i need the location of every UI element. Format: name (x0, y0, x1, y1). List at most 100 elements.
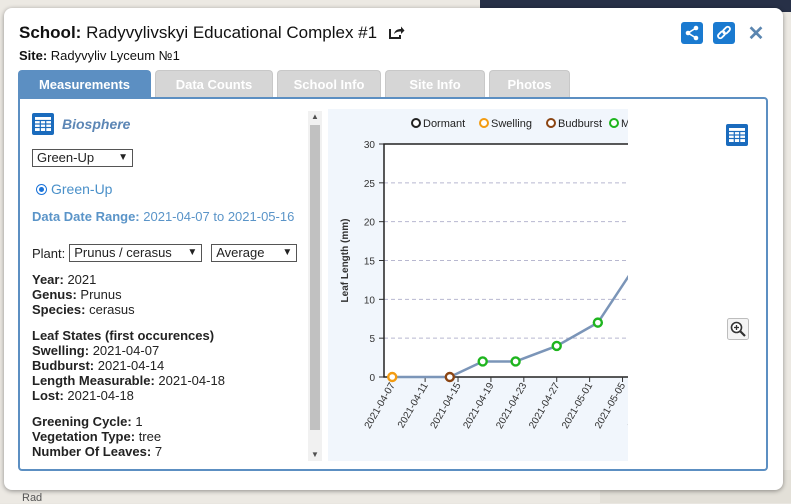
site-label: Site: (19, 48, 48, 63)
zoom-button[interactable] (727, 318, 749, 340)
map-place-label: Rad (22, 492, 43, 504)
date-range-value: 2021-04-07 to 2021-05-16 (143, 209, 295, 224)
green-up-radio[interactable] (36, 183, 47, 195)
close-button[interactable]: ✕ (745, 22, 767, 45)
x-tick-label: 2021-05-01 (560, 381, 595, 431)
x-tick-label: 2021-04-11 (396, 381, 431, 431)
vegetation-value: tree (138, 429, 162, 444)
leaf-states: Leaf States (first occurences) Swelling:… (32, 328, 310, 403)
year-row: Year: 2021 (32, 272, 310, 287)
external-link-icon[interactable] (388, 25, 405, 45)
tab-measurements[interactable]: Measurements (18, 70, 151, 98)
site-name: Radyvyliv Lyceum №1 (50, 48, 180, 63)
year-label: Year: (32, 272, 64, 287)
y-tick-label: 0 (369, 373, 375, 384)
data-point (592, 317, 604, 328)
plant-select[interactable]: Prunus / cerasus ▼ (69, 244, 203, 262)
lost-row: Lost: 2021-04-18 (32, 388, 310, 403)
green-up-radio-row[interactable]: Green-Up (36, 181, 310, 197)
site-popup: School: Radyvylivskyi Educational Comple… (4, 8, 783, 490)
close-icon: ✕ (747, 22, 765, 45)
lost-value: 2021-04-18 (67, 388, 134, 403)
tab-site-info[interactable]: Site Info (385, 70, 485, 98)
cycle-value: 1 (135, 414, 143, 429)
y-tick-label: 10 (364, 295, 376, 306)
leaf-length-chart: 0510152025302021-04-072021-04-112021-04-… (340, 118, 714, 431)
protocol-title: Biosphere (62, 116, 131, 132)
x-tick-label: 2021-04-15 (429, 381, 464, 431)
measurable-row: Length Measurable: 2021-04-18 (32, 373, 310, 388)
legend-label: Swelling (491, 118, 532, 130)
swelling-label: Swelling: (32, 343, 90, 358)
statistic-select-value: Average (216, 245, 265, 260)
measurements-panel: Biosphere Green-Up ▼ Green-Up Data Date … (18, 97, 768, 471)
info-pane[interactable]: Biosphere Green-Up ▼ Green-Up Data Date … (32, 111, 310, 461)
legend-marker (609, 118, 619, 128)
measurable-label: Length Measurable: (32, 373, 155, 388)
species-label: Species: (32, 302, 86, 317)
protocol-select[interactable]: Green-Up ▼ (32, 149, 133, 167)
legend-label: Dormant (423, 118, 465, 130)
budburst-row: Budburst: 2021-04-14 (32, 358, 310, 373)
budburst-label: Budburst: (32, 358, 95, 373)
link-icon (717, 25, 731, 40)
y-axis-label: Leaf Length (mm) (340, 219, 351, 303)
tab-school-info[interactable]: School Info (277, 70, 381, 98)
chevron-down-icon: ▼ (282, 247, 293, 258)
view-table-button[interactable] (726, 124, 748, 146)
table-icon[interactable] (32, 113, 54, 135)
share-icon (685, 25, 699, 41)
plant-label: Plant: (32, 245, 66, 261)
chevron-down-icon: ▼ (118, 152, 128, 163)
cycle-details: Greening Cycle: 1 Vegetation Type: tree … (32, 414, 310, 459)
x-tick-label: 2021-04-23 (494, 381, 529, 431)
data-point (444, 371, 456, 383)
x-tick-label: 2021-05-05 (593, 381, 628, 431)
protocol-select-row: Green-Up ▼ (32, 149, 310, 167)
x-tick-label: 2021-04-07 (363, 381, 398, 431)
leaf-states-title: Leaf States (first occurences) (32, 328, 215, 343)
scroll-thumb[interactable] (310, 125, 320, 430)
x-tick-label: 2021-04-19 (461, 381, 496, 431)
swelling-value: 2021-04-07 (92, 343, 160, 358)
data-point (510, 356, 521, 367)
y-tick-label: 25 (364, 179, 376, 190)
budburst-value: 2021-04-14 (97, 358, 165, 373)
genus-value: Prunus (80, 287, 122, 302)
vegetation-row: Vegetation Type: tree (32, 429, 310, 444)
school-name: Radyvylivskyi Educational Complex #1 (86, 23, 378, 42)
protocol-header: Biosphere (32, 113, 310, 135)
y-tick-label: 20 (364, 218, 376, 229)
species-value: cerasus (89, 302, 135, 317)
share-button[interactable] (681, 22, 703, 44)
scroll-down-icon[interactable]: ▼ (308, 449, 322, 461)
tab-data-counts[interactable]: Data Counts (155, 70, 273, 98)
scroll-up-icon[interactable]: ▲ (308, 111, 322, 123)
x-tick-label: 2021-04-27 (527, 381, 562, 431)
link-button[interactable] (713, 22, 735, 44)
cycle-label: Greening Cycle: (32, 414, 132, 429)
school-title: School: Radyvylivskyi Educational Comple… (19, 23, 405, 45)
site-line: Site: Radyvyliv Lyceum №1 (19, 48, 180, 63)
leaves-row: Number Of Leaves: 7 (32, 444, 310, 459)
legend-marker (546, 118, 556, 128)
data-point (551, 340, 562, 352)
legend-label: Budburst (558, 118, 602, 130)
leaves-value: 7 (154, 444, 163, 459)
data-point (387, 371, 398, 383)
tab-photos[interactable]: Photos (489, 70, 570, 98)
swelling-row: Swelling: 2021-04-07 (32, 343, 310, 358)
info-scrollbar[interactable]: ▲ ▼ (308, 111, 322, 461)
protocol-select-value: Green-Up (37, 150, 95, 165)
legend-label: Measurable (621, 118, 628, 130)
data-point (477, 356, 488, 367)
genus-label: Genus: (32, 287, 77, 302)
date-range-label: Data Date Range: (32, 209, 140, 224)
chart-area: 0 5 10 15 20 25 30 2021-04-07 2021-04-11 2021-04-… (328, 109, 714, 461)
green-up-radio-label: Green-Up (51, 181, 113, 197)
data-date-range: Data Date Range: 2021-04-07 to 2021-05-1… (32, 209, 310, 224)
statistic-select[interactable]: Average ▼ (211, 244, 298, 262)
species-row: Species: cerasus (32, 302, 310, 317)
vegetation-label: Vegetation Type: (32, 429, 136, 444)
plant-select-value: Prunus / cerasus (74, 245, 172, 260)
